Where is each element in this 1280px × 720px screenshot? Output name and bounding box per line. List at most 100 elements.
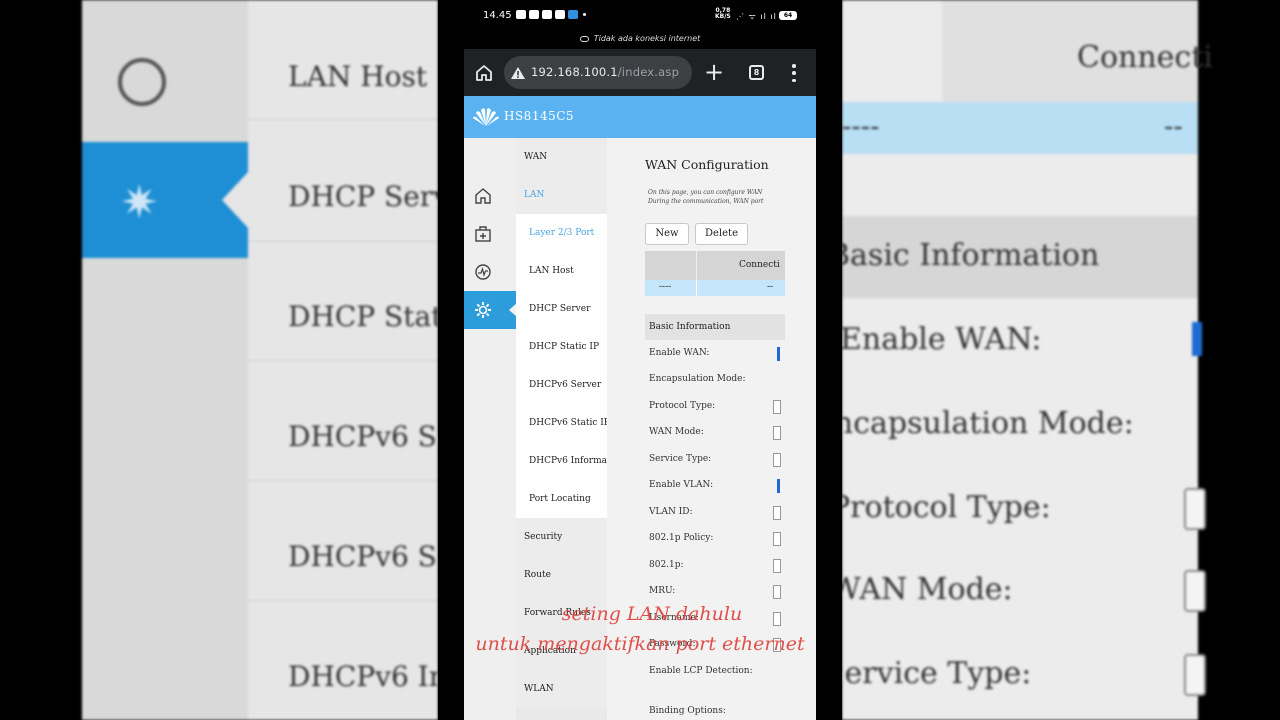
8021p-select[interactable] bbox=[773, 559, 781, 573]
notification-icons bbox=[516, 10, 586, 19]
bg-table-header-text: Connecti bbox=[1077, 40, 1213, 75]
submenu-label: DHCPv6 Server bbox=[529, 380, 602, 390]
bg-checkbox bbox=[1192, 322, 1202, 356]
address-bar[interactable]: 192.168.100.1/index.asp bbox=[504, 56, 692, 89]
whatsapp-icon bbox=[542, 10, 552, 19]
bg-field-label: Protocol Type: bbox=[842, 490, 1051, 525]
page-description-line: On this page, you can configure WAN bbox=[648, 189, 763, 196]
menu-wan-label: WAN bbox=[524, 152, 548, 162]
rail-home[interactable] bbox=[464, 177, 516, 215]
enable-wan-checkbox[interactable] bbox=[777, 347, 780, 361]
field-label: Service Type: bbox=[649, 454, 712, 464]
warning-icon[interactable] bbox=[510, 65, 526, 81]
field-label: Enable VLAN: bbox=[649, 480, 714, 490]
bg-divider bbox=[248, 241, 438, 242]
submenu-label: DHCP Server bbox=[529, 304, 591, 314]
8021p-policy-select[interactable] bbox=[773, 532, 781, 546]
youtube-icon bbox=[516, 10, 526, 19]
table-cell: ---- bbox=[659, 282, 672, 292]
bg-field-label: Service Type: bbox=[842, 656, 1032, 691]
network-speed-unit: KB/S bbox=[715, 13, 731, 20]
page-title: WAN Configuration bbox=[645, 157, 769, 172]
rail-tools[interactable] bbox=[464, 215, 516, 253]
app-notification-icon bbox=[555, 10, 565, 19]
new-tab-icon[interactable]: + bbox=[704, 58, 724, 86]
submenu-label: Port Locating bbox=[529, 494, 591, 504]
delete-button[interactable]: Delete bbox=[695, 223, 748, 245]
router-model: HS8145C5 bbox=[504, 109, 575, 123]
status-time: 14.45 bbox=[483, 10, 512, 21]
messenger-icon bbox=[529, 10, 539, 19]
bg-divider bbox=[248, 360, 438, 361]
bg-selected-arrow bbox=[222, 170, 250, 230]
field-label: Enable WAN: bbox=[649, 348, 710, 358]
tab-switcher-button[interactable]: 8 bbox=[749, 65, 764, 80]
rail-status[interactable] bbox=[464, 253, 516, 291]
bg-menu-text: DHCPv6 Information bbox=[288, 660, 438, 693]
menu-route-label: Route bbox=[524, 570, 551, 580]
enable-vlan-checkbox[interactable] bbox=[777, 479, 780, 493]
service-type-select[interactable] bbox=[773, 453, 781, 467]
bg-field-label: Enable WAN: bbox=[842, 322, 1042, 357]
field-label: WAN Mode: bbox=[649, 427, 704, 437]
page-description-line: During the communication, WAN port bbox=[648, 198, 764, 205]
bg-menu-text: LAN Host bbox=[288, 60, 428, 93]
home-icon bbox=[475, 188, 491, 204]
bg-row-cell: -- bbox=[1164, 112, 1183, 142]
url-host: 192.168.100.1 bbox=[531, 65, 618, 79]
submenu-label: LAN Host bbox=[529, 266, 574, 276]
menu-wlan-label: WLAN bbox=[524, 684, 554, 694]
bg-section-title: Basic Information bbox=[842, 238, 1100, 273]
bg-icon-column bbox=[82, 0, 248, 720]
status-bar: 14.45 0,78 KB/S ⋰ ᯤ ıl ıl 64 bbox=[438, 0, 842, 30]
field-label: 802.1p Policy: bbox=[649, 533, 714, 543]
bg-divider bbox=[248, 119, 438, 120]
home-icon[interactable] bbox=[474, 63, 494, 83]
bg-divider bbox=[248, 480, 438, 481]
router-web-page: HS8145C5 WAN LAN Layer 2/3 Port LAN Host… bbox=[464, 96, 816, 720]
table-header: Connecti bbox=[645, 251, 785, 280]
field-label: Encapsulation Mode: bbox=[649, 374, 746, 384]
submenu-label: DHCPv6 Static IP bbox=[529, 418, 610, 428]
section-header: Basic Information bbox=[645, 314, 785, 340]
rail-advanced[interactable] bbox=[464, 291, 517, 329]
offline-text: Tidak ada koneksi internet bbox=[593, 34, 701, 43]
bg-field-label: Encapsulation Mode: bbox=[842, 406, 1134, 441]
field-label: Binding Options: bbox=[649, 706, 726, 716]
more-menu-icon[interactable] bbox=[790, 64, 798, 82]
wan-mode-select[interactable] bbox=[773, 426, 781, 440]
bg-menu-text: DHCPv6 Static IP bbox=[288, 540, 438, 573]
network-speed: 0,78 KB/S bbox=[715, 8, 731, 20]
signal-icons: ⋰ ᯤ ıl ıl bbox=[736, 12, 777, 21]
phone-screen: 14.45 0,78 KB/S ⋰ ᯤ ıl ıl 64 Tidak ada k… bbox=[438, 0, 842, 720]
table-row[interactable]: ---- -- bbox=[645, 280, 785, 296]
bg-select-box bbox=[1184, 488, 1206, 530]
field-label: 802.1p: bbox=[649, 560, 684, 570]
bg-table-row bbox=[842, 102, 1198, 154]
background-right: Connecti ---- -- Basic Information Enabl… bbox=[842, 0, 1280, 720]
field-label: Enable LCP Detection: bbox=[649, 666, 753, 676]
bg-menu-text: DHCP Server bbox=[288, 180, 438, 213]
submenu-label: DHCP Static IP bbox=[529, 342, 600, 352]
field-label: VLAN ID: bbox=[649, 507, 693, 517]
offline-notice: Tidak ada koneksi internet bbox=[438, 34, 842, 48]
huawei-logo bbox=[473, 108, 499, 126]
url-text: 192.168.100.1/index.asp bbox=[531, 65, 679, 79]
new-button[interactable]: New bbox=[645, 223, 689, 245]
table-header-connection: Connecti bbox=[739, 260, 780, 270]
menu-security-label: Security bbox=[524, 532, 563, 542]
browser-toolbar: 192.168.100.1/index.asp + 8 bbox=[464, 49, 816, 96]
bg-menu-text: DHCP Static IP bbox=[288, 300, 438, 333]
router-header: HS8145C5 bbox=[464, 96, 816, 138]
column-divider bbox=[696, 280, 697, 296]
column-divider bbox=[696, 251, 697, 280]
mru-input[interactable] bbox=[773, 585, 781, 599]
protocol-type-select[interactable] bbox=[773, 400, 781, 414]
field-label: Protocol Type: bbox=[649, 401, 716, 411]
status-monitor-icon bbox=[475, 264, 491, 280]
vlan-id-input[interactable] bbox=[773, 506, 781, 520]
bg-status-icon bbox=[118, 58, 166, 106]
more-notifications-icon bbox=[583, 13, 586, 16]
app-notification-icon bbox=[568, 10, 578, 19]
bg-row-cell: ---- bbox=[842, 112, 880, 142]
